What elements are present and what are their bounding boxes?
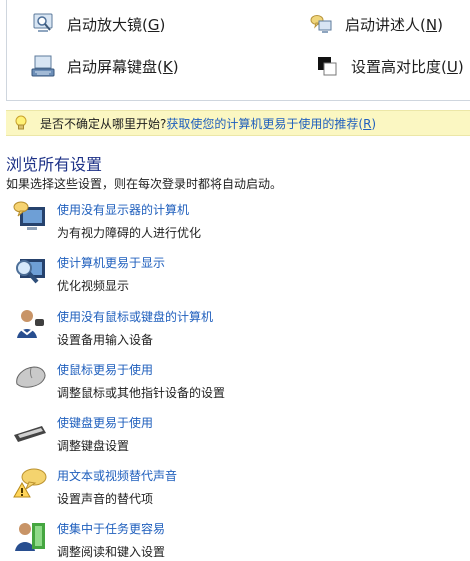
set-high-contrast-key: U [446, 57, 458, 76]
browse-settings-description: 如果选择这些设置，则在每次登录时都将自动启动。 [6, 177, 283, 191]
person-task-icon [12, 519, 48, 553]
setting-focus-tasks: 使集中于任务更容易 调整阅读和键入设置 [12, 519, 452, 561]
start-on-screen-keyboard-key: K [162, 57, 173, 76]
setting-mouse-link[interactable]: 使鼠标更易于使用 [57, 361, 225, 378]
setting-easier-display-link[interactable]: 使计算机更易于显示 [57, 254, 165, 271]
setting-keyboard-desc: 调整键盘设置 [57, 439, 130, 453]
recommendation-tip: 是否不确定从哪里开始? 获取使您的计算机更易于使用的推荐(R) [6, 110, 470, 136]
monitor-magnify-icon [12, 253, 48, 287]
monitor-speech-icon [12, 200, 48, 234]
setting-no-display-desc: 为有视力障碍的人进行优化 [57, 226, 202, 240]
speech-warning-icon [12, 466, 48, 500]
setting-mouse: 使鼠标更易于使用 调整鼠标或其他指针设备的设置 [12, 360, 452, 406]
setting-no-mouse-keyboard-desc: 设置备用输入设备 [57, 333, 154, 347]
set-high-contrast-suffix: ) [457, 57, 464, 76]
start-magnifier-key: G [147, 15, 160, 34]
setting-sound-alternatives-desc: 设置声音的替代项 [57, 492, 154, 506]
keyboard-icon [12, 413, 48, 447]
start-on-screen-keyboard-button[interactable]: 启动屏幕键盘(K) [31, 54, 179, 78]
lightbulb-icon [14, 115, 28, 131]
recommendations-link[interactable]: 获取使您的计算机更易于使用的推荐(R) [166, 115, 376, 132]
set-high-contrast-label: 设置高对比度( [351, 57, 447, 76]
setting-no-display: 使用没有显示器的计算机 为有视力障碍的人进行优化 [12, 200, 452, 246]
start-on-screen-keyboard-label: 启动屏幕键盘( [67, 57, 163, 76]
high-contrast-icon [315, 54, 339, 78]
setting-easier-display-desc: 优化视频显示 [57, 279, 130, 293]
start-narrator-button[interactable]: 启动讲述人(N) [309, 12, 443, 36]
start-magnifier-label: 启动放大镜( [67, 15, 148, 34]
person-input-icon [12, 307, 48, 341]
setting-focus-tasks-link[interactable]: 使集中于任务更容易 [57, 520, 165, 537]
mouse-icon [12, 360, 48, 394]
setting-mouse-desc: 调整鼠标或其他指针设备的设置 [57, 386, 226, 400]
start-magnifier-suffix: ) [159, 15, 166, 34]
setting-sound-alternatives: 用文本或视频替代声音 设置声音的替代项 [12, 466, 452, 512]
start-on-screen-keyboard-suffix: ) [172, 57, 179, 76]
setting-focus-tasks-desc: 调整阅读和键入设置 [57, 545, 166, 559]
setting-sound-alternatives-link[interactable]: 用文本或视频替代声音 [57, 467, 177, 484]
magnifier-icon [31, 12, 55, 36]
setting-no-mouse-keyboard-link[interactable]: 使用没有鼠标或键盘的计算机 [57, 308, 213, 325]
setting-keyboard: 使键盘更易于使用 调整键盘设置 [12, 413, 452, 459]
start-narrator-label: 启动讲述人( [345, 15, 426, 34]
setting-no-display-link[interactable]: 使用没有显示器的计算机 [57, 201, 201, 218]
start-magnifier-button[interactable]: 启动放大镜(G) [31, 12, 165, 36]
tip-text: 是否不确定从哪里开始? [40, 116, 167, 131]
start-narrator-key: N [425, 15, 438, 34]
quick-actions-panel: 启动放大镜(G) 启动讲述人(N) 启动屏幕键盘(K) 设置高对比度(U) [6, 0, 470, 101]
narrator-icon [309, 12, 333, 36]
browse-settings-title: 浏览所有设置 [6, 155, 103, 174]
setting-easier-display: 使计算机更易于显示 优化视频显示 [12, 253, 452, 299]
keyboard-screen-icon [31, 54, 55, 78]
set-high-contrast-button[interactable]: 设置高对比度(U) [315, 54, 464, 78]
setting-keyboard-link[interactable]: 使键盘更易于使用 [57, 414, 153, 431]
start-narrator-suffix: ) [437, 15, 443, 34]
setting-no-mouse-keyboard: 使用没有鼠标或键盘的计算机 设置备用输入设备 [12, 307, 452, 353]
